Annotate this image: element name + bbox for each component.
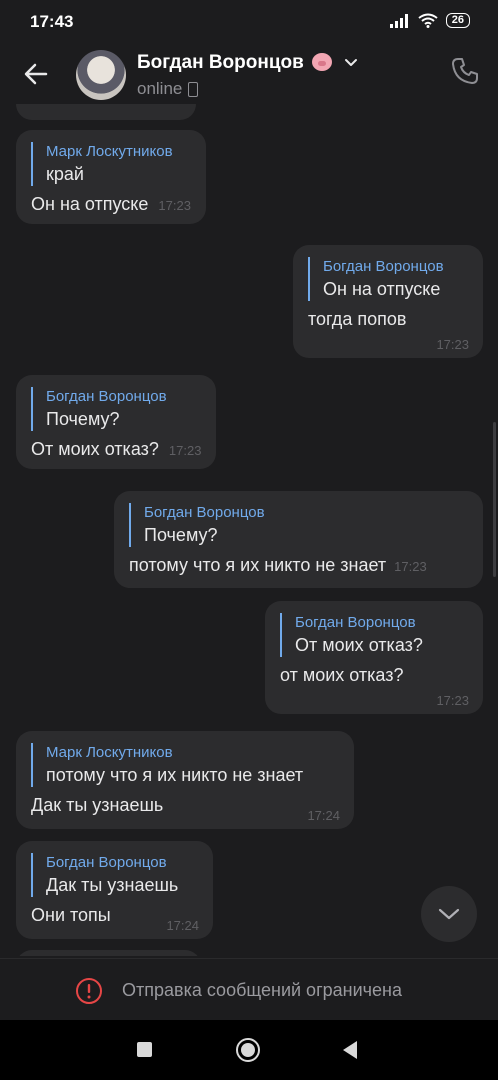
quote-text: Почему? [144,525,218,545]
status-icons: 26 [389,13,470,28]
wifi-icon [418,13,438,28]
avatar[interactable] [76,50,126,100]
recents-button[interactable] [137,1042,152,1057]
contact-name-row[interactable]: Богдан Воронцов [137,52,359,74]
chevron-down-icon [438,908,460,920]
quote-text: край [46,164,84,184]
home-button[interactable] [236,1038,260,1062]
quote-text: Дак ты узнаешь [46,875,179,895]
quote-author: Богдан Воронцов [323,258,444,275]
message-text: От моих отказ? [31,439,159,459]
message-text: Они топы [31,905,111,925]
quote-text: Почему? [46,409,120,429]
call-icon[interactable] [450,56,480,86]
quote-author: Богдан Воронцов [46,854,167,871]
message-text: Он на отпуске [31,194,149,214]
scroll-down-button[interactable] [421,886,477,942]
message-time: 17:24 [166,918,199,933]
warning-icon [76,978,102,1004]
message-time: 17:23 [436,693,469,708]
message-bubble-incoming[interactable]: Марк Лоскутников край Он на отпуске 17:23 [16,130,206,224]
status-bar: 17:43 26 [0,0,498,44]
reply-quote[interactable]: Богдан Воронцов Дак ты узнаешь [31,853,198,897]
message-time: 17:23 [168,443,202,458]
system-back-button[interactable] [343,1041,357,1059]
message-time: 17:23 [158,198,191,213]
back-arrow-icon[interactable] [22,60,50,88]
message-time: 17:24 [307,808,340,823]
message-bubble-incoming[interactable]: Богдан Воронцов Почему? От моих отказ? 17… [16,375,217,469]
reply-quote[interactable]: Богдан Воронцов Почему? [31,387,201,431]
contact-status: online [137,79,199,99]
reply-quote[interactable]: Богдан Воронцов Он на отпуске [308,257,468,301]
message-bubble-outgoing[interactable]: Богдан Воронцов Он на отпуске тогда попо… [293,245,483,358]
message-text: Дак ты узнаешь [31,795,164,815]
phone-icon [188,81,199,97]
message-text: потому что я их никто не знает [129,555,387,575]
quote-author: Марк Лоскутников [46,143,173,160]
chevron-down-icon [345,59,358,66]
scrollbar[interactable] [493,422,496,577]
partial-message-bubble [16,950,201,956]
status-time: 17:43 [30,12,74,31]
battery-indicator: 26 [445,13,470,28]
reply-quote[interactable]: Марк Лоскутников потому что я их никто н… [31,743,339,787]
message-bubble-incoming[interactable]: Марк Лоскутников потому что я их никто н… [16,731,354,829]
message-text: тогда попов [308,309,407,329]
restriction-footer: Отправка сообщений ограничена [0,958,498,1021]
partial-message-bubble [16,104,196,120]
restriction-text: Отправка сообщений ограничена [122,980,402,1000]
quote-text: От моих отказ? [295,635,423,655]
quote-author: Богдан Воронцов [295,614,416,631]
reply-quote[interactable]: Марк Лоскутников край [31,142,191,186]
quote-author: Богдан Воронцов [144,504,265,521]
pig-emoji-icon [312,53,333,71]
message-bubble-outgoing[interactable]: Богдан Воронцов Почему? потому что я их … [114,491,483,588]
chat-header: Богдан Воронцов online [0,44,498,104]
quote-text: Он на отпуске [323,279,441,299]
quote-author: Богдан Воронцов [46,388,167,405]
reply-quote[interactable]: Богдан Воронцов От моих отказ? [280,613,468,657]
online-status: online [137,79,183,98]
quote-text: потому что я их никто не знает [46,765,304,785]
message-time: 17:23 [436,337,469,352]
message-bubble-incoming[interactable]: Богдан Воронцов Дак ты узнаешь Они топы … [16,841,213,939]
quote-author: Марк Лоскутников [46,744,173,761]
signal-icon [389,13,408,28]
reply-quote[interactable]: Богдан Воронцов Почему? [129,503,468,547]
contact-name: Богдан Воронцов [137,52,304,73]
message-text: от моих отказ? [280,665,404,685]
chat-area[interactable]: Марк Лоскутников край Он на отпуске 17:23… [0,104,498,956]
message-time: 17:23 [394,559,427,574]
message-bubble-outgoing[interactable]: Богдан Воронцов От моих отказ? от моих о… [265,601,483,714]
system-navbar [0,1020,498,1080]
